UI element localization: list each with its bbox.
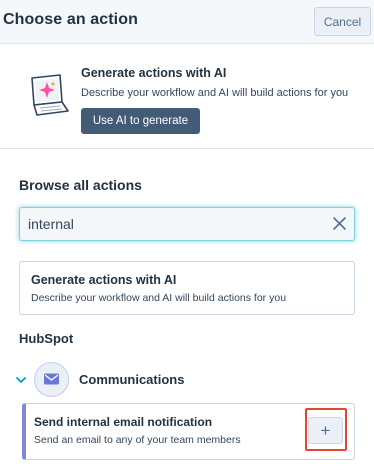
clear-icon[interactable]	[332, 216, 347, 231]
panel-header: Choose an action Cancel	[0, 0, 374, 44]
add-action-button[interactable]: +	[308, 417, 343, 444]
search-field[interactable]	[19, 207, 355, 241]
promo-description: Describe your workflow and AI will build…	[81, 87, 349, 99]
ai-card-title: Generate actions with AI	[31, 273, 177, 287]
communications-category-icon	[34, 362, 69, 397]
use-ai-button[interactable]: Use AI to generate	[81, 108, 200, 134]
cancel-button[interactable]: Cancel	[314, 7, 371, 36]
action-description: Send an email to any of your team member…	[34, 434, 241, 446]
panel-title: Choose an action	[3, 11, 138, 28]
promo-title: Generate actions with AI	[81, 66, 227, 80]
section-divider	[0, 148, 374, 149]
generate-ai-card[interactable]: Generate actions with AI Describe your w…	[19, 261, 355, 315]
chevron-down-icon[interactable]	[15, 374, 27, 386]
search-input[interactable]	[28, 208, 318, 239]
action-title: Send internal email notification	[34, 415, 213, 429]
ai-promo-section: Generate actions with AI Describe your w…	[0, 44, 374, 148]
category-label[interactable]: Communications	[79, 372, 184, 387]
ai-card-description: Describe your workflow and AI will build…	[31, 292, 287, 304]
hubspot-section-heading: HubSpot	[19, 331, 74, 346]
browse-heading: Browse all actions	[19, 177, 142, 193]
ai-laptop-icon	[31, 74, 69, 116]
envelope-icon	[44, 373, 59, 385]
